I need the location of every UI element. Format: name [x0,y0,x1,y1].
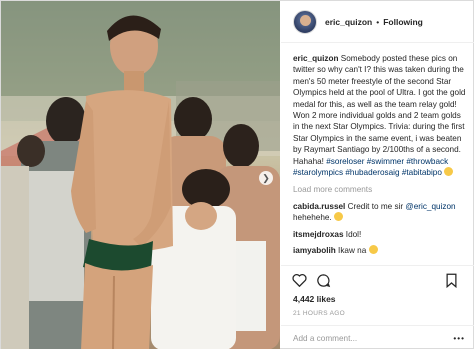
caption: eric_quizon Somebody posted these pics o… [293,53,469,178]
hashtag[interactable]: #soreloser [326,157,364,166]
grin-emoji-icon [368,245,378,255]
comment-username[interactable]: iamyabolih [293,246,336,255]
hashtag[interactable]: #throwback [406,157,448,166]
action-icons [291,272,467,288]
laughing-emoji-icon [333,212,343,222]
caption-text: Somebody posted these pics on twitter so… [293,54,466,166]
comment-mention[interactable]: @eric_quizon [405,202,455,211]
add-comment-input[interactable]: Add a comment... ••• [281,325,474,349]
hashtag[interactable]: #tabitabipo [402,168,442,177]
header-username[interactable]: eric_quizon [325,17,372,27]
add-comment-placeholder: Add a comment... [293,334,358,343]
hashtag[interactable]: #swimmer [367,157,404,166]
comment: cabida.russel Credit to me sir @eric_qui… [293,201,469,224]
comment-text-2: hehehehe. [293,213,334,223]
comment-username[interactable]: cabida.russel [293,202,345,211]
chevron-right-icon[interactable]: ❯ [259,171,273,185]
caption-username[interactable]: eric_quizon [293,54,339,63]
post-header: eric_quizon • Following [281,1,474,43]
comment: iamyabolih Ikaw na [293,245,469,256]
post-timestamp: 21 HOURS AGO [293,310,346,317]
post-sidebar: eric_quizon • Following eric_quizon Some… [281,1,474,349]
avatar[interactable] [293,9,317,34]
hashtag[interactable]: #hubaderosaig [345,168,399,177]
header-separator: • [376,16,380,27]
load-more-comments-button[interactable]: Load more comments [293,184,469,195]
post-photo[interactable]: ❯ [1,1,280,349]
post-actions: 4,442 likes 21 HOURS AGO Add a comment..… [281,265,474,349]
bookmark-icon[interactable] [443,272,459,288]
more-options-icon[interactable]: ••• [453,334,465,343]
comments-section: eric_quizon Somebody posted these pics o… [293,53,469,257]
comment: itsmejdroxas Idol! [293,229,469,240]
swimmer-photo-illustration [1,1,280,349]
comment-text: Ikaw na [335,246,369,256]
heart-icon[interactable] [291,272,307,288]
likes-count[interactable]: 4,442 likes [293,294,336,304]
hashtag[interactable]: #starolympics [293,168,343,177]
instagram-post: ❯ eric_quizon • Following eric_quizon So… [0,0,474,349]
laughing-emoji-icon [444,167,454,177]
comment-username[interactable]: itsmejdroxas [293,230,344,239]
comment-text: Idol! [343,229,362,239]
comment-icon[interactable] [315,272,331,288]
following-button[interactable]: Following [383,17,423,27]
comment-text: Credit to me sir [345,201,406,211]
